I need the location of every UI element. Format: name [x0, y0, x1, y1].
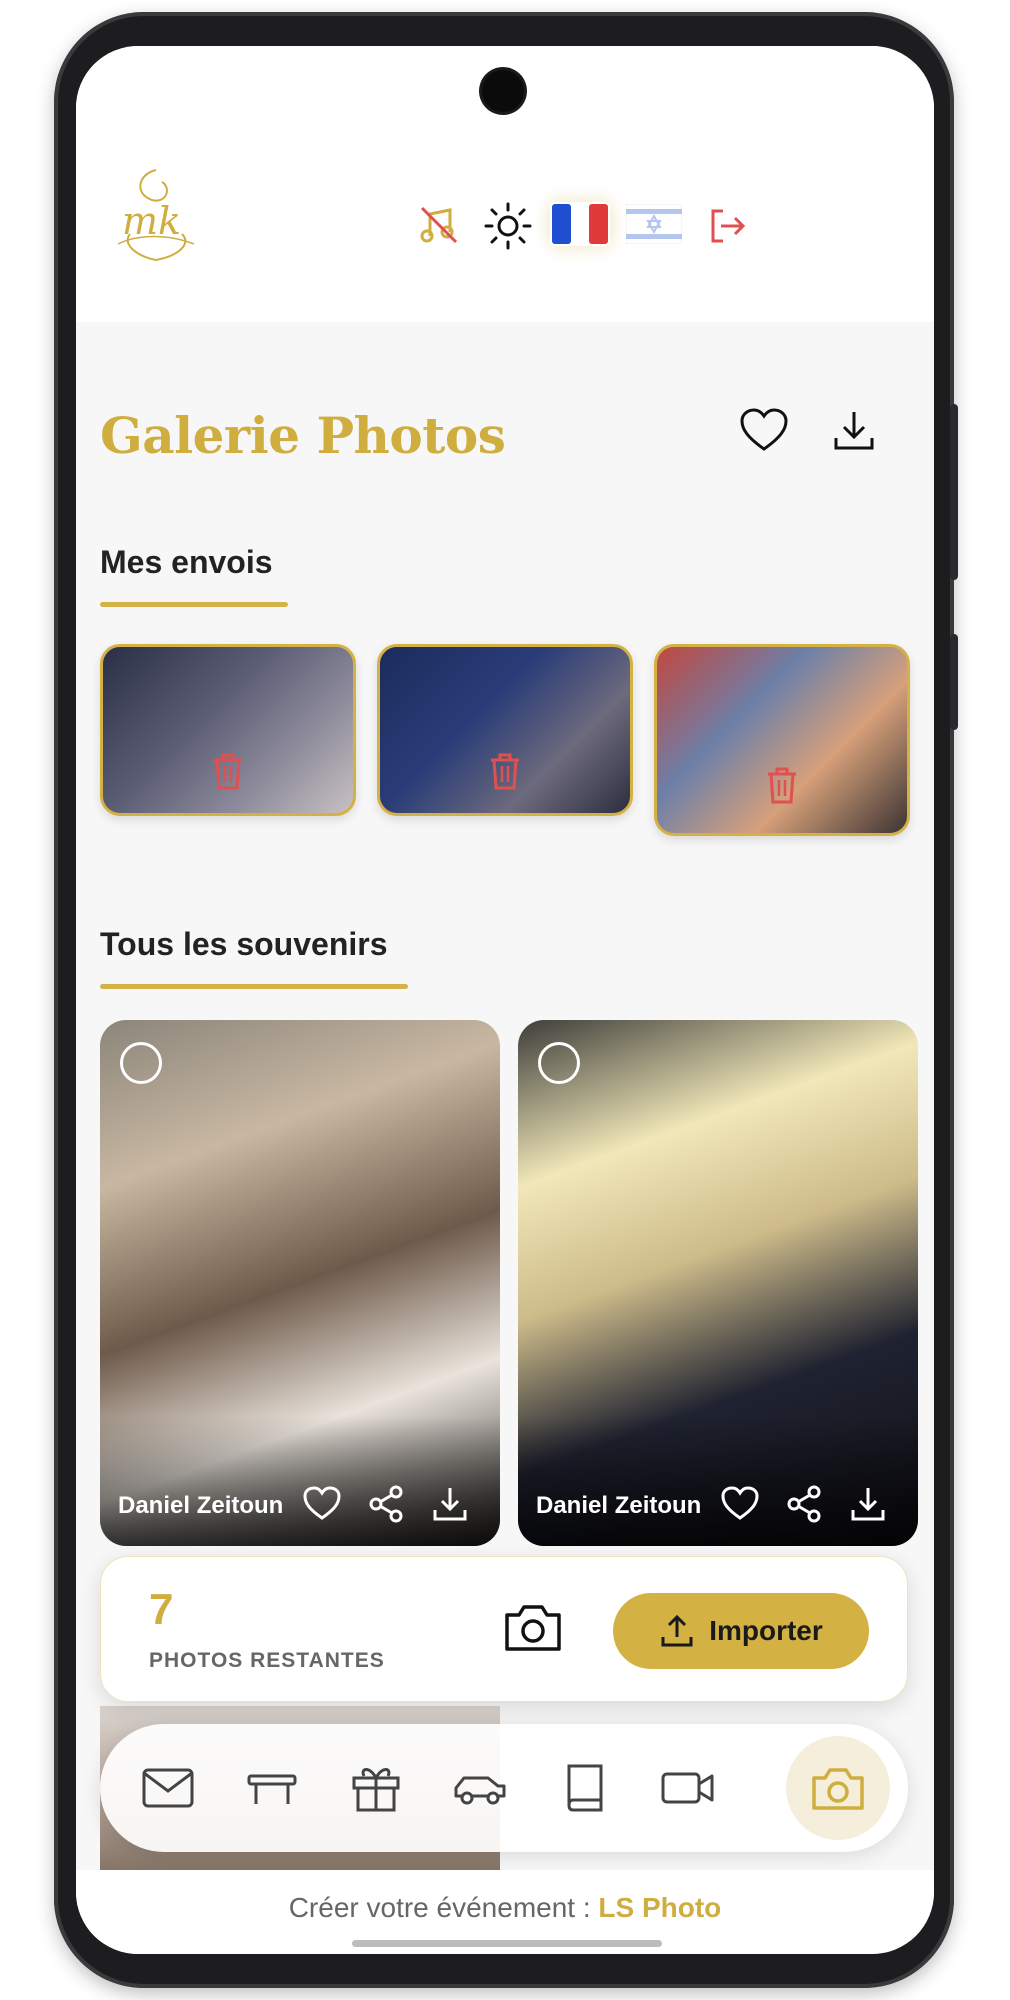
- flag-il-icon[interactable]: [624, 202, 684, 246]
- upload-icon: [661, 1614, 693, 1647]
- import-label: Importer: [709, 1615, 823, 1646]
- music-off-icon[interactable]: [414, 200, 464, 250]
- tab-photos[interactable]: [786, 1736, 890, 1840]
- section-title-all-memories: Tous les souvenirs: [100, 926, 388, 962]
- photo-author: Daniel Zeitoun: [536, 1492, 702, 1519]
- gift-icon: [352, 1768, 400, 1812]
- trash-icon[interactable]: [487, 751, 523, 791]
- section-underline: [100, 602, 288, 607]
- sun-icon[interactable]: [482, 200, 534, 252]
- volume-button: [950, 404, 958, 580]
- heart-icon[interactable]: [302, 1484, 342, 1524]
- upload-quota-panel: 7 PHOTOS RESTANTES Importer: [100, 1556, 908, 1702]
- download-icon: [834, 412, 874, 450]
- remaining-count: 7: [149, 1585, 174, 1634]
- section-title-my-uploads: Mes envois: [100, 544, 273, 580]
- page-title: Galerie Photos: [100, 406, 506, 465]
- select-checkbox[interactable]: [120, 1042, 162, 1084]
- tab-videos[interactable]: [652, 1752, 724, 1824]
- home-indicator[interactable]: [352, 1940, 662, 1947]
- trash-icon[interactable]: [210, 751, 246, 791]
- import-button[interactable]: Importer: [613, 1593, 869, 1669]
- mail-icon: [142, 1768, 194, 1808]
- photo-overlay: [100, 1416, 500, 1546]
- logout-icon[interactable]: [700, 200, 752, 252]
- upload-thumbnail-3[interactable]: [654, 644, 910, 836]
- tab-transport[interactable]: [444, 1752, 516, 1824]
- upload-thumbnail-1[interactable]: [100, 644, 356, 816]
- table-icon: [247, 1774, 297, 1804]
- tab-invitation[interactable]: [132, 1752, 204, 1824]
- tab-gifts[interactable]: [340, 1752, 412, 1824]
- trash-icon[interactable]: [764, 765, 800, 805]
- front-camera: [482, 70, 524, 112]
- video-icon: [661, 1772, 714, 1804]
- upload-thumbnail-2[interactable]: [377, 644, 633, 816]
- heart-icon: [740, 408, 788, 451]
- tab-guestbook[interactable]: [548, 1752, 620, 1824]
- footer-brand-link[interactable]: LS Photo: [598, 1892, 721, 1923]
- app-screen: mk Galerie Photos Mes envois Tous les so…: [76, 46, 934, 1954]
- share-icon[interactable]: [366, 1484, 406, 1524]
- bottom-tab-bar: [100, 1724, 908, 1852]
- share-icon[interactable]: [784, 1484, 824, 1524]
- photo-overlay: [518, 1416, 918, 1546]
- heart-icon[interactable]: [720, 1484, 760, 1524]
- camera-icon[interactable]: [501, 1599, 565, 1655]
- section-underline: [100, 984, 408, 989]
- top-bar: mk: [76, 46, 934, 322]
- download-all-button[interactable]: [826, 402, 882, 458]
- footer-text: Créer votre événement :: [288, 1892, 591, 1923]
- favorites-button[interactable]: [736, 402, 792, 458]
- download-icon[interactable]: [430, 1484, 470, 1524]
- gallery-photo-card[interactable]: Daniel Zeitoun: [518, 1020, 918, 1546]
- photo-author: Daniel Zeitoun: [118, 1492, 284, 1519]
- tab-tables[interactable]: [236, 1752, 308, 1824]
- select-checkbox[interactable]: [538, 1042, 580, 1084]
- flag-fr-icon[interactable]: [550, 202, 610, 246]
- book-icon: [567, 1764, 603, 1812]
- download-icon[interactable]: [848, 1484, 888, 1524]
- remaining-label: PHOTOS RESTANTES: [149, 1649, 385, 1672]
- camera-icon: [812, 1768, 864, 1810]
- power-button: [950, 634, 958, 730]
- gallery-photo-card[interactable]: Daniel Zeitoun: [100, 1020, 500, 1546]
- car-icon: [454, 1776, 506, 1805]
